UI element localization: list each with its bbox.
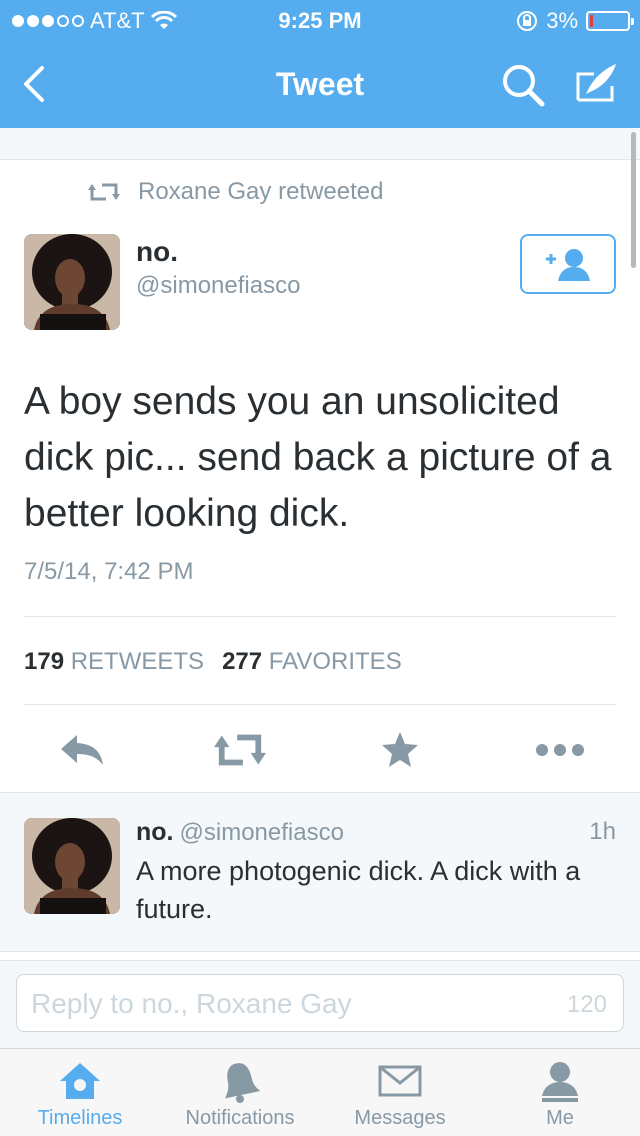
battery-percent: 3% [546,8,578,33]
avatar-photo [24,818,120,914]
battery-status: 3% [516,8,634,34]
tweet-stats: 179 RETWEETS 277 FAVORITES [24,648,402,676]
add-user-icon [546,249,590,281]
author-name[interactable]: no. [136,236,178,268]
reply-box[interactable]: 120 [16,974,624,1032]
retweet-icon [214,734,266,766]
reply-input[interactable] [31,985,531,1023]
divider [24,704,616,705]
reply-text: A more photogenic dick. A dick with a fu… [136,856,581,924]
tab-me[interactable]: Me [480,1057,640,1136]
reply-author-handle: @simonefiasco [179,819,344,846]
favorites-stat[interactable]: 277 FAVORITES [222,648,402,676]
retweet-context[interactable]: Roxane Gay retweeted [88,178,383,206]
person-icon [542,1062,578,1102]
rotation-lock-icon [517,11,538,31]
reply-button[interactable] [56,724,108,776]
navigation-bar: Tweet [0,40,640,128]
compose-quill-icon[interactable] [572,60,620,108]
battery-icon [586,11,634,31]
tab-label: Me [546,1107,574,1129]
tab-notifications[interactable]: Notifications [160,1057,320,1136]
tweet-timestamp: 7/5/14, 7:42 PM [24,558,194,585]
avatar[interactable] [24,818,120,914]
avatar-photo [24,234,120,330]
reply-icon [61,735,103,765]
header-bar: AT&T 9:25 PM 3% Tweet [0,0,640,128]
home-icon [60,1063,100,1099]
follow-button[interactable] [520,234,616,294]
tab-label: Notifications [185,1107,295,1129]
character-count: 120 [566,991,607,1018]
reply-author-name: no. [136,818,174,846]
more-options-button[interactable] [534,724,586,776]
retweet-icon [88,183,120,201]
retweeted-by-label: Roxane Gay retweeted [138,178,384,205]
bell-icon [225,1063,260,1103]
more-dots-icon [536,744,584,756]
tab-label: Timelines [37,1107,123,1129]
tab-messages[interactable]: Messages [320,1057,480,1136]
tab-label: Messages [354,1107,446,1129]
author-handle[interactable]: @simonefiasco [136,272,300,300]
reply-time: 1h [589,818,616,845]
retweets-stat[interactable]: 179 RETWEETS [24,648,204,676]
avatar[interactable] [24,234,120,330]
search-icon[interactable] [500,62,546,108]
star-icon [382,732,418,767]
tab-timelines[interactable]: Timelines [0,1057,160,1136]
reply-author[interactable]: no. @simonefiasco [136,818,344,847]
divider [24,616,616,617]
tab-bar: Timelines Notifications Messages Me [0,1048,640,1136]
tweet-actions [0,724,640,776]
favorite-button[interactable] [374,724,426,776]
header-spacer [0,128,640,160]
scrollbar[interactable] [631,132,636,268]
tweet-text: A boy sends you an unsolicited dick pic.… [24,380,612,535]
envelope-icon [378,1065,422,1097]
retweet-button[interactable] [214,724,266,776]
status-bar: AT&T 9:25 PM 3% [0,0,640,40]
